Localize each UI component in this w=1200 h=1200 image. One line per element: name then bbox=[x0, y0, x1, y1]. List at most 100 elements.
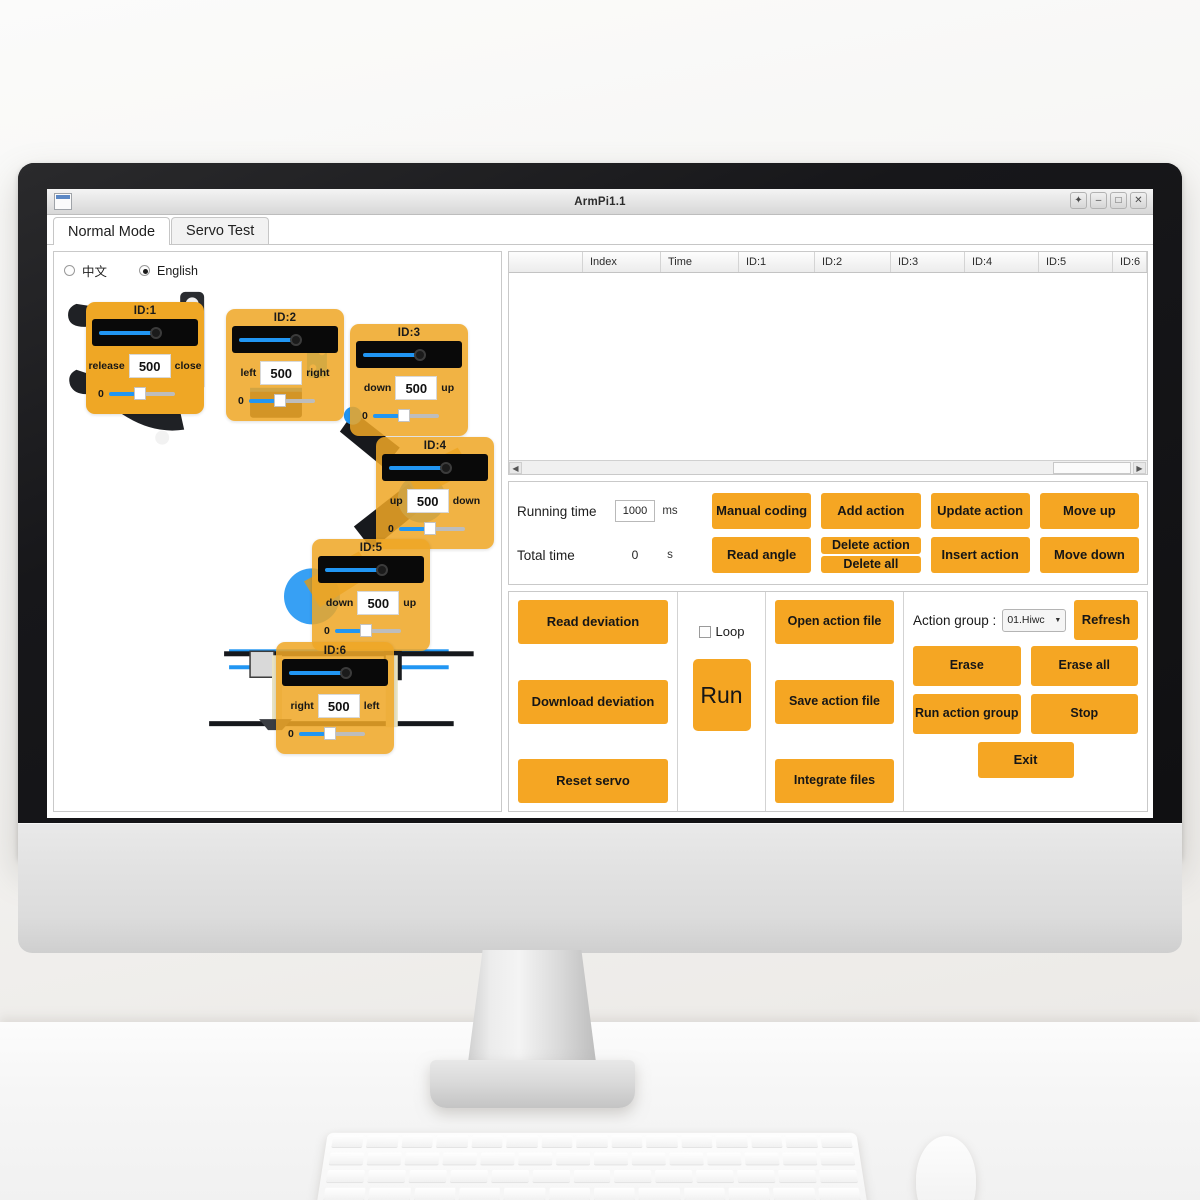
manual-coding-button[interactable]: Manual coding bbox=[712, 493, 812, 529]
servo-4-deviation-slider[interactable] bbox=[398, 522, 471, 535]
servo-2-deviation-slider[interactable] bbox=[248, 394, 321, 407]
keyboard-key[interactable] bbox=[541, 1135, 573, 1148]
keyboard-key[interactable] bbox=[728, 1187, 771, 1200]
erase-button[interactable]: Erase bbox=[913, 646, 1021, 686]
servo-card-6[interactable]: ID:6 right 500 left 0 bbox=[276, 642, 394, 754]
servo-2-value[interactable]: 500 bbox=[260, 361, 303, 385]
table-horizontal-scrollbar[interactable]: ◀ ▶ bbox=[509, 460, 1147, 474]
servo-5-deviation-slider[interactable] bbox=[334, 624, 407, 637]
tab-normal-mode[interactable]: Normal Mode bbox=[53, 217, 171, 245]
servo-card-4[interactable]: ID:4 up 500 down 0 bbox=[376, 437, 494, 549]
servo-2-slider[interactable] bbox=[232, 326, 338, 353]
keyboard-key[interactable] bbox=[449, 1170, 488, 1183]
keyboard-key[interactable] bbox=[611, 1135, 643, 1148]
keyboard-key[interactable] bbox=[593, 1152, 628, 1165]
keyboard-key[interactable] bbox=[368, 1187, 411, 1200]
servo-6-deviation-slider[interactable] bbox=[298, 727, 371, 740]
move-up-button[interactable]: Move up bbox=[1039, 493, 1139, 529]
keyboard-key[interactable] bbox=[413, 1187, 456, 1200]
window-close-button[interactable]: ✕ bbox=[1130, 192, 1147, 209]
table-header-index[interactable]: Index bbox=[583, 252, 661, 272]
keyboard-key[interactable] bbox=[323, 1187, 367, 1200]
tab-servo-test[interactable]: Servo Test bbox=[171, 217, 270, 244]
insert-action-button[interactable]: Insert action bbox=[930, 537, 1030, 573]
servo-3-deviation-slider[interactable] bbox=[372, 409, 445, 422]
keyboard-key[interactable] bbox=[737, 1170, 776, 1183]
read-angle-button[interactable]: Read angle bbox=[712, 537, 812, 573]
keyboard-key[interactable] bbox=[490, 1170, 529, 1183]
keyboard-key[interactable] bbox=[696, 1170, 735, 1183]
table-header-id5[interactable]: ID:5 bbox=[1039, 252, 1113, 272]
keyboard-key[interactable] bbox=[331, 1135, 365, 1148]
table-header-time[interactable]: Time bbox=[661, 252, 739, 272]
keyboard-key[interactable] bbox=[573, 1170, 611, 1183]
table-header-id2[interactable]: ID:2 bbox=[815, 252, 891, 272]
servo-card-5[interactable]: ID:5 down 500 up 0 bbox=[312, 539, 430, 651]
keyboard-key[interactable] bbox=[631, 1152, 666, 1165]
keyboard-key[interactable] bbox=[646, 1135, 678, 1148]
keyboard-key[interactable] bbox=[442, 1152, 478, 1165]
table-header-id1[interactable]: ID:1 bbox=[739, 252, 815, 272]
read-deviation-button[interactable]: Read deviation bbox=[518, 600, 668, 644]
run-button[interactable]: Run bbox=[692, 659, 751, 731]
keyboard-key[interactable] bbox=[518, 1152, 553, 1165]
reset-servo-button[interactable]: Reset servo bbox=[518, 759, 668, 803]
keyboard-key[interactable] bbox=[404, 1152, 440, 1165]
delete-all-button[interactable]: Delete all bbox=[821, 556, 921, 573]
refresh-button[interactable]: Refresh bbox=[1074, 600, 1138, 640]
keyboard[interactable] bbox=[315, 1132, 869, 1200]
window-controls[interactable]: ✦ – □ ✕ bbox=[1070, 192, 1147, 209]
keyboard-key[interactable] bbox=[556, 1152, 591, 1165]
keyboard-key[interactable] bbox=[744, 1152, 780, 1165]
keyboard-key[interactable] bbox=[819, 1152, 856, 1165]
keyboard-key[interactable] bbox=[401, 1135, 434, 1148]
exit-button[interactable]: Exit bbox=[977, 742, 1074, 778]
keyboard-key[interactable] bbox=[366, 1152, 402, 1165]
keyboard-key[interactable] bbox=[655, 1170, 693, 1183]
keyboard-key[interactable] bbox=[458, 1187, 501, 1200]
servo-1-slider[interactable] bbox=[92, 319, 198, 346]
servo-4-value[interactable]: 500 bbox=[406, 489, 449, 513]
run-action-group-button[interactable]: Run action group bbox=[913, 694, 1021, 734]
table-body-empty[interactable] bbox=[509, 273, 1147, 460]
window-pin-button[interactable]: ✦ bbox=[1070, 192, 1087, 209]
table-header-id6[interactable]: ID:6 bbox=[1113, 252, 1147, 272]
keyboard-key[interactable] bbox=[367, 1170, 406, 1183]
servo-3-value[interactable]: 500 bbox=[395, 376, 438, 400]
keyboard-key[interactable] bbox=[326, 1170, 365, 1183]
keyboard-key[interactable] bbox=[680, 1135, 713, 1148]
keyboard-key[interactable] bbox=[506, 1135, 538, 1148]
window-maximize-button[interactable]: □ bbox=[1110, 192, 1127, 209]
servo-6-slider[interactable] bbox=[282, 659, 388, 686]
keyboard-key[interactable] bbox=[785, 1135, 818, 1148]
servo-5-slider[interactable] bbox=[318, 556, 424, 583]
add-action-button[interactable]: Add action bbox=[821, 493, 921, 529]
keyboard-key[interactable] bbox=[773, 1187, 816, 1200]
servo-card-1[interactable]: ID:1 release 500 close 0 bbox=[86, 302, 204, 414]
keyboard-key[interactable] bbox=[782, 1152, 818, 1165]
update-action-button[interactable]: Update action bbox=[930, 493, 1030, 529]
servo-3-slider[interactable] bbox=[356, 341, 462, 368]
download-deviation-button[interactable]: Download deviation bbox=[518, 679, 668, 724]
keyboard-key[interactable] bbox=[778, 1170, 817, 1183]
scroll-right-arrow-icon[interactable]: ▶ bbox=[1133, 461, 1146, 474]
keyboard-key[interactable] bbox=[715, 1135, 748, 1148]
keyboard-key[interactable] bbox=[503, 1187, 546, 1200]
keyboard-key[interactable] bbox=[480, 1152, 515, 1165]
erase-all-button[interactable]: Erase all bbox=[1030, 646, 1138, 686]
open-action-file-button[interactable]: Open action file bbox=[775, 600, 894, 644]
keyboard-key[interactable] bbox=[328, 1152, 365, 1165]
servo-6-value[interactable]: 500 bbox=[317, 694, 360, 718]
scroll-left-arrow-icon[interactable]: ◀ bbox=[509, 461, 522, 474]
keyboard-key[interactable] bbox=[669, 1152, 704, 1165]
keyboard-key[interactable] bbox=[408, 1170, 447, 1183]
keyboard-key[interactable] bbox=[817, 1187, 861, 1200]
integrate-files-button[interactable]: Integrate files bbox=[775, 759, 894, 803]
servo-4-slider[interactable] bbox=[382, 454, 488, 481]
save-action-file-button[interactable]: Save action file bbox=[775, 679, 894, 724]
keyboard-key[interactable] bbox=[614, 1170, 652, 1183]
keyboard-key[interactable] bbox=[548, 1187, 590, 1200]
move-down-button[interactable]: Move down bbox=[1039, 537, 1139, 573]
delete-action-button[interactable]: Delete action bbox=[821, 537, 921, 554]
keyboard-key[interactable] bbox=[683, 1187, 726, 1200]
